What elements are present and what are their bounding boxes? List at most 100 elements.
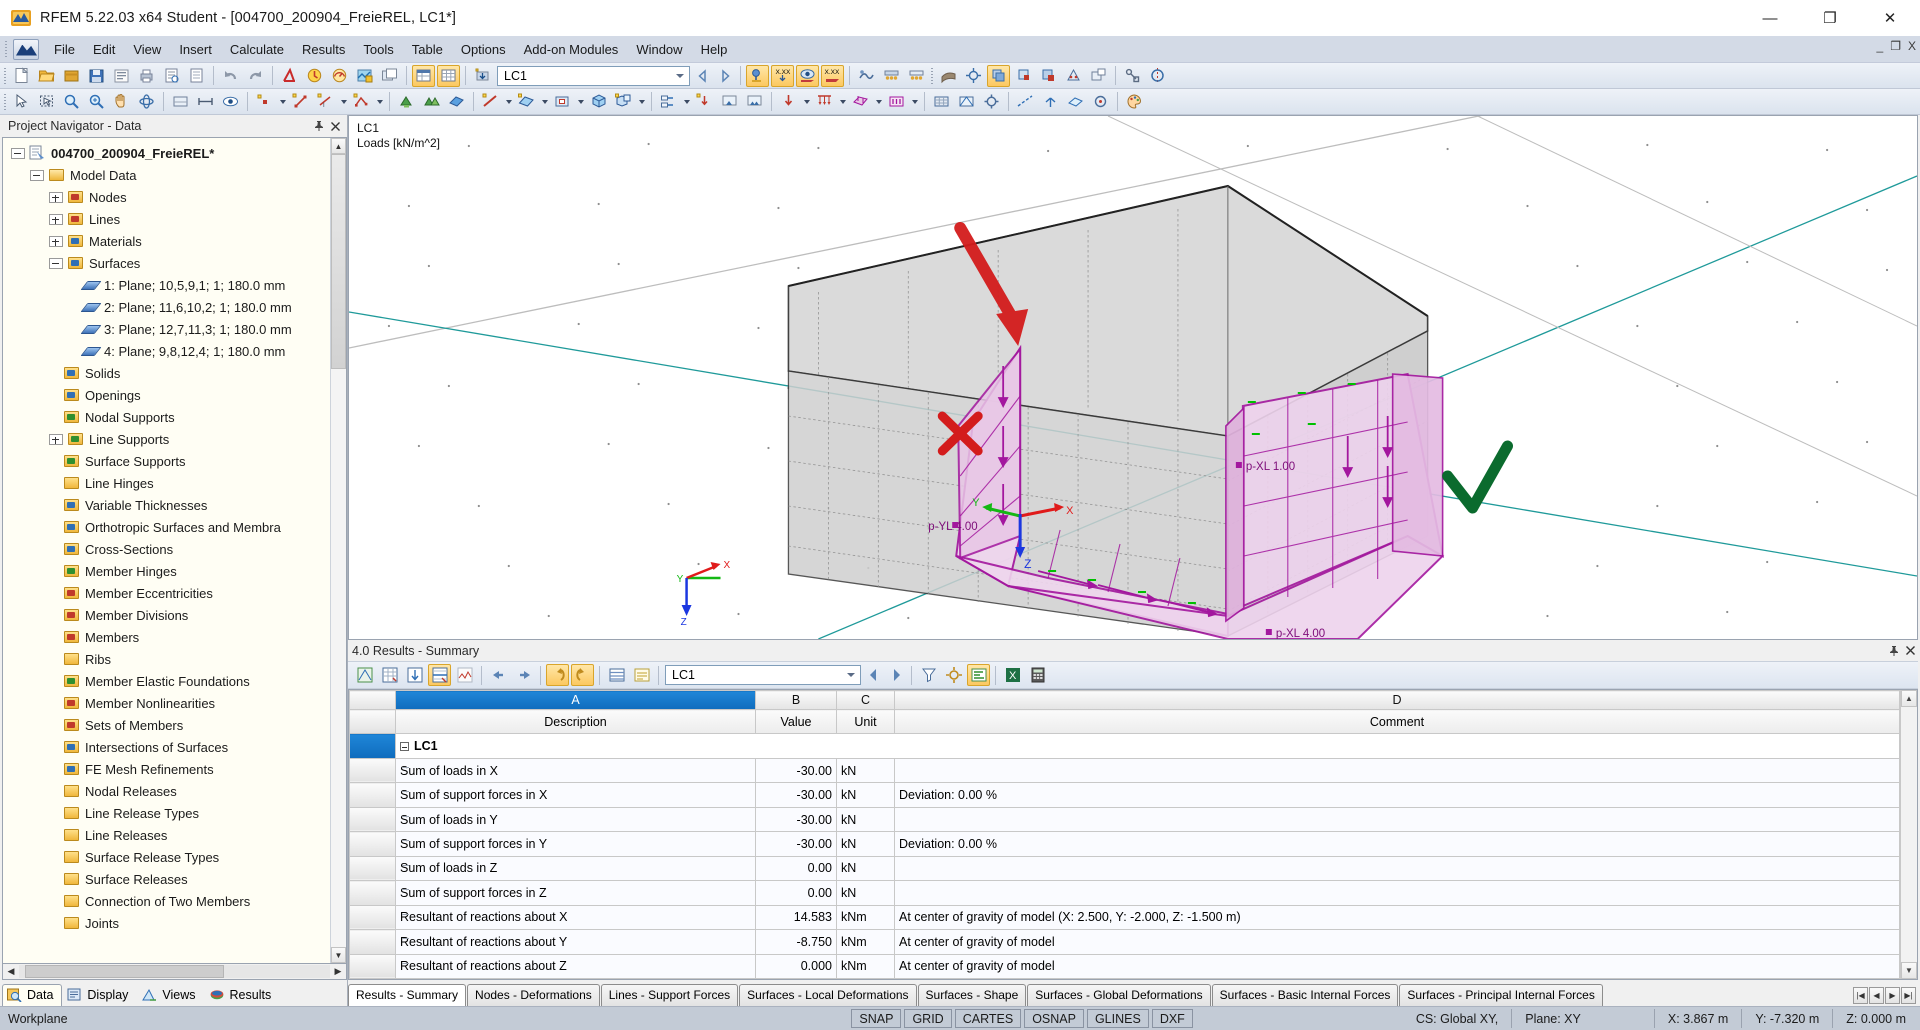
tree-item-joints[interactable]: Joints [3, 912, 346, 934]
results-close-icon[interactable] [1902, 643, 1918, 659]
table-grid-button[interactable] [437, 64, 460, 87]
calculator-button[interactable] [1026, 664, 1049, 686]
new-load-case-button[interactable] [471, 65, 494, 87]
table-row[interactable]: Sum of support forces in X -30.00 kN Deviat… [349, 782, 1900, 808]
previous-load-case-button[interactable] [692, 65, 714, 87]
menu-tools[interactable]: Tools [354, 38, 402, 61]
tree-item-sets-of-members[interactable]: Sets of Members [3, 714, 346, 736]
view-xz-button[interactable] [1037, 65, 1060, 87]
results-tab-next-button[interactable]: ▶ [1885, 987, 1900, 1004]
next-load-case-button[interactable] [714, 65, 736, 87]
new-dimension-line-button[interactable]: I [314, 91, 337, 113]
navigator-tab-results[interactable]: Results [205, 984, 281, 1006]
results-grid-scrollbar[interactable]: ▲ ▼ [1900, 690, 1917, 979]
column-header-b[interactable]: Value [755, 708, 837, 735]
mdi-restore-button[interactable]: ❐ [1890, 39, 1901, 53]
toolbar-grip-1[interactable] [2, 66, 9, 86]
show-surfaces-button[interactable] [796, 64, 819, 87]
calculate-all-button[interactable] [303, 65, 326, 87]
mesh-points-button[interactable] [1062, 65, 1085, 87]
status-toggle-grid[interactable]: GRID [904, 1009, 952, 1028]
rotate-object-button[interactable] [1121, 65, 1144, 87]
results-prev-case-button[interactable] [863, 664, 885, 686]
new-solid-dropdown-icon[interactable] [636, 91, 647, 113]
show-node-numbers-button[interactable]: X.XX [771, 64, 794, 87]
status-toggle-osnap[interactable]: OSNAP [1024, 1009, 1084, 1028]
tree-horizontal-scrollbar[interactable]: ◀ ▶ [2, 964, 347, 980]
coordinate-system-button[interactable] [1039, 91, 1062, 113]
new-solid-button[interactable] [587, 91, 610, 113]
tree-item-1-plane-10-5-9-1-1-180-0-mm[interactable]: 1: Plane; 10,5,9,1; 1; 180.0 mm [3, 274, 346, 296]
tree-item-member-hinges[interactable]: Member Hinges [3, 560, 346, 582]
printout-report-button[interactable] [185, 65, 208, 87]
column-letter-c[interactable]: C [836, 690, 895, 710]
results-prev-page-button[interactable] [487, 664, 510, 686]
new-opening-button[interactable] [551, 91, 574, 113]
results-scroll-up-button[interactable]: ▲ [1901, 690, 1917, 707]
new-surface-object-button[interactable] [515, 91, 538, 113]
mdi-close-button[interactable]: X [1908, 39, 1916, 53]
tree-item-variable-thicknesses[interactable]: Variable Thicknesses [3, 494, 346, 516]
select-window-button[interactable] [35, 91, 58, 113]
print-view-button[interactable] [1087, 65, 1110, 87]
new-node-dropdown-icon[interactable] [277, 91, 288, 113]
surface-load-dropdown-icon[interactable] [873, 91, 884, 113]
menu-file[interactable]: File [45, 38, 84, 61]
tree-scroll-thumb[interactable] [331, 154, 346, 369]
status-toggle-cartes[interactable]: CARTES [954, 1009, 1022, 1028]
mdi-minimize-button[interactable]: _ [1877, 39, 1884, 53]
show-surface-values-button[interactable]: X.XX [821, 64, 844, 87]
tree-item-2-plane-11-6-10-2-1-180-0-mm[interactable]: 2: Plane; 11,6,10,2; 1; 180.0 mm [3, 296, 346, 318]
column-letter-d[interactable]: D [894, 690, 1900, 710]
new-polyline-dropdown-icon[interactable] [374, 91, 385, 113]
guide-lines-button[interactable] [1014, 91, 1037, 113]
tree-item-line-hinges[interactable]: Line Hinges [3, 472, 346, 494]
tree-hscroll-left-button[interactable]: ◀ [3, 965, 19, 979]
zoom-window-button[interactable] [60, 91, 83, 113]
connect-objects-button[interactable] [657, 91, 680, 113]
menu-insert[interactable]: Insert [170, 38, 221, 61]
row-number-cell[interactable] [349, 757, 396, 784]
tree-item-orthotropic-surfaces-and-membra[interactable]: Orthotropic Surfaces and Membra [3, 516, 346, 538]
tree-item-materials[interactable]: Materials [3, 230, 346, 252]
column-letter-b[interactable]: B [755, 690, 837, 710]
menu-help[interactable]: Help [692, 38, 737, 61]
tree-item-surface-releases[interactable]: Surface Releases [3, 868, 346, 890]
tree-scroll-track[interactable] [331, 154, 346, 947]
new-member-button[interactable] [479, 91, 502, 113]
line-support-button[interactable] [743, 91, 766, 113]
menu-grip[interactable] [2, 38, 11, 60]
row-number-cell[interactable] [349, 953, 396, 979]
tree-item-3-plane-12-7-11-3-1-180-0-mm[interactable]: 3: Plane; 12,7,11,3; 1; 180.0 mm [3, 318, 346, 340]
line-load-button[interactable] [813, 91, 836, 113]
color-palette-button[interactable] [1123, 91, 1146, 113]
table-row[interactable]: Resultant of reactions about X 14.583 kNm A… [349, 904, 1900, 931]
menu-addon-modules[interactable]: Add-on Modules [515, 38, 628, 61]
results-settings-button[interactable] [942, 664, 965, 686]
undo-button[interactable] [219, 65, 242, 87]
tree-item-nodal-supports[interactable]: Nodal Supports [3, 406, 346, 428]
nodal-load-dropdown-icon[interactable] [801, 91, 812, 113]
calculate-button[interactable] [278, 65, 301, 87]
column-header-c[interactable]: Unit [836, 708, 895, 735]
calculation-diagram-button[interactable] [328, 65, 351, 87]
print-button[interactable] [135, 65, 158, 87]
status-toggle-snap[interactable]: SNAP [851, 1009, 902, 1028]
new-surface-button[interactable] [445, 91, 468, 113]
results-redo-selection-button[interactable] [571, 664, 594, 686]
expand-icon[interactable] [49, 235, 63, 247]
minimize-button[interactable]: — [1740, 0, 1800, 36]
work-plane-button[interactable] [1064, 91, 1087, 113]
tree-item-ribs[interactable]: Ribs [3, 648, 346, 670]
nodal-support-button[interactable] [718, 91, 741, 113]
tables-toggle-button[interactable] [412, 64, 435, 87]
rotate-3d-button[interactable] [135, 91, 158, 113]
tree-hscroll-thumb[interactable] [25, 965, 225, 978]
results-sort-button[interactable] [403, 664, 426, 686]
results-tab-results-summary[interactable]: Results - Summary [348, 984, 467, 1006]
status-toggle-dxf[interactable]: DXF [1151, 1009, 1193, 1028]
tree-item-line-supports[interactable]: Line Supports [3, 428, 346, 450]
free-load-button[interactable] [885, 91, 908, 113]
view-mode-button[interactable] [169, 91, 192, 113]
column-corner[interactable] [349, 690, 396, 710]
